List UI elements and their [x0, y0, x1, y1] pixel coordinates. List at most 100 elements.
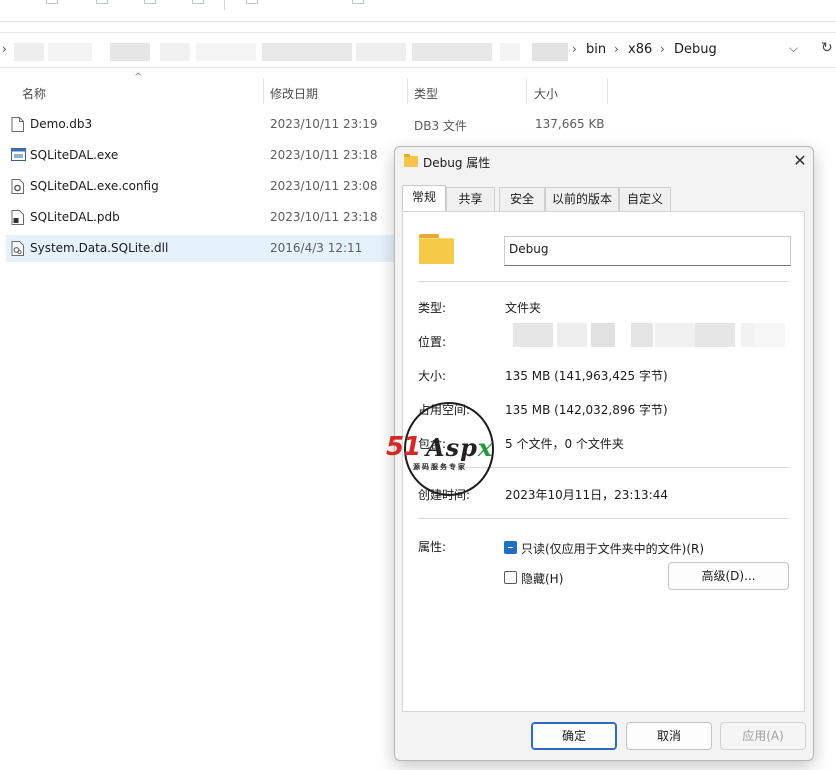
file-row[interactable]: SQLiteDAL.exe.config 2023/10/11 23:08 — [6, 173, 394, 200]
column-divider[interactable] — [526, 78, 527, 104]
breadcrumb-bin[interactable]: bin — [586, 42, 606, 57]
type-label: 类型: — [418, 301, 447, 315]
chevron-right-icon: › — [572, 42, 577, 56]
copy-icon[interactable] — [46, 0, 58, 4]
folder-name-field[interactable]: Debug — [504, 236, 791, 266]
redacted-path — [110, 43, 150, 61]
size-label: 大小: — [418, 369, 447, 383]
cancel-button[interactable]: 取消 — [626, 722, 712, 750]
redacted-location — [557, 323, 587, 347]
redacted-location — [655, 323, 695, 347]
readonly-checkbox[interactable] — [504, 541, 517, 554]
type-value: 文件夹 — [505, 301, 542, 315]
disk-size-value: 135 MB (142,032,896 字节) — [505, 403, 668, 417]
file-name: Demo.db3 — [30, 117, 93, 131]
column-divider[interactable] — [263, 78, 264, 104]
redacted-path — [48, 43, 92, 61]
attributes-label: 属性: — [418, 540, 447, 554]
file-row[interactable]: SQLiteDAL.pdb 2023/10/11 23:18 — [6, 204, 394, 231]
chevron-down-icon[interactable]: ⌵ — [789, 41, 798, 56]
divider — [418, 281, 789, 282]
column-header-size[interactable]: 大小 — [534, 85, 558, 102]
redacted-location — [741, 323, 755, 347]
tab-previous-versions[interactable]: 以前的版本 — [545, 187, 619, 211]
pdb-icon — [11, 210, 24, 225]
toolbar-divider — [224, 0, 225, 10]
folder-icon — [419, 232, 454, 264]
sort-icon[interactable] — [246, 0, 258, 4]
redacted-path — [160, 43, 190, 61]
redacted-location — [591, 323, 615, 347]
close-icon[interactable]: ✕ — [789, 150, 811, 172]
refresh-icon[interactable]: ↻ — [821, 40, 833, 56]
file-name: SQLiteDAL.exe — [30, 148, 119, 162]
exe-icon — [11, 148, 26, 163]
redacted-path — [532, 43, 568, 61]
config-icon — [11, 179, 24, 194]
tab-sharing[interactable]: 共享 — [446, 187, 495, 211]
divider — [418, 518, 789, 519]
file-name: SQLiteDAL.exe.config — [30, 179, 159, 193]
file-modified: 2016/4/3 12:11 — [270, 241, 363, 255]
column-header-modified[interactable]: 修改日期 — [270, 85, 318, 102]
column-header-name[interactable]: 名称 — [22, 85, 46, 102]
redacted-path — [262, 43, 352, 61]
column-divider[interactable] — [407, 78, 408, 104]
size-value: 135 MB (141,963,425 字节) — [505, 369, 668, 383]
breadcrumb-debug[interactable]: Debug — [674, 42, 717, 57]
hidden-checkbox[interactable] — [504, 571, 517, 584]
ok-button[interactable]: 确定 — [531, 722, 617, 750]
explorer-toolbar — [0, 0, 836, 22]
redacted-location — [631, 323, 653, 347]
apply-button[interactable]: 应用(A) — [720, 722, 806, 750]
file-name: System.Data.SQLite.dll — [30, 241, 169, 255]
share-icon[interactable] — [192, 0, 204, 4]
redacted-path — [412, 43, 492, 61]
redacted-path — [500, 43, 520, 61]
paste-icon[interactable] — [96, 0, 108, 4]
rename-icon[interactable] — [144, 0, 156, 4]
folder-icon — [404, 154, 418, 167]
tab-general[interactable]: 常规 — [402, 185, 446, 211]
hidden-label[interactable]: 隐藏(H) — [521, 570, 563, 587]
redacted-location — [695, 323, 735, 347]
chevron-right-icon[interactable]: › — [2, 42, 7, 56]
advanced-button[interactable]: 高级(D)... — [668, 562, 789, 590]
address-bar[interactable]: › › bin › x86 › Debug ⌵ ↻ — [0, 32, 836, 68]
dll-icon — [11, 241, 24, 256]
tab-security[interactable]: 安全 — [499, 187, 545, 211]
file-icon — [11, 117, 24, 132]
file-type: DB3 文件 — [414, 119, 467, 133]
tab-customize[interactable]: 自定义 — [619, 187, 671, 211]
file-modified: 2023/10/11 23:18 — [270, 148, 378, 162]
file-row[interactable]: System.Data.SQLite.dll 2016/4/3 12:11 — [6, 235, 394, 262]
file-modified: 2023/10/11 23:08 — [270, 179, 378, 193]
contains-value: 5 个文件，0 个文件夹 — [505, 437, 624, 451]
readonly-label[interactable]: 只读(仅应用于文件夹中的文件)(R) — [521, 540, 704, 557]
redacted-path — [14, 43, 44, 61]
column-divider[interactable] — [607, 78, 608, 104]
location-label: 位置: — [418, 335, 447, 349]
file-size: 137,665 KB — [535, 117, 605, 131]
redacted-location — [513, 323, 553, 347]
created-value: 2023年10月11日，23:13:44 — [505, 488, 668, 502]
watermark-brand: Aspx — [426, 433, 494, 462]
column-header-row: 名称 修改日期 类型 大小 — [0, 76, 836, 106]
watermark-logo: 51 Aspx 源码服务专家 — [386, 402, 512, 496]
file-row[interactable]: SQLiteDAL.exe 2023/10/11 23:18 — [6, 142, 394, 169]
redacted-location — [755, 323, 785, 347]
file-modified: 2023/10/11 23:19 — [270, 117, 378, 131]
file-modified: 2023/10/11 23:18 — [270, 210, 378, 224]
dialog-title: Debug 属性 — [423, 156, 491, 170]
redacted-path — [356, 43, 406, 61]
view-icon[interactable] — [352, 0, 364, 4]
breadcrumb-x86[interactable]: x86 — [628, 42, 652, 57]
file-row[interactable]: Demo.db3 2023/10/11 23:19 DB3 文件 137,665 KB — [6, 111, 605, 138]
chevron-right-icon: › — [660, 42, 665, 56]
file-name: SQLiteDAL.pdb — [30, 210, 120, 224]
redacted-path — [196, 43, 256, 61]
watermark-subtitle: 源码服务专家 — [413, 463, 467, 471]
watermark-number: 51 — [386, 432, 421, 462]
chevron-right-icon: › — [614, 42, 619, 56]
column-header-type[interactable]: 类型 — [414, 85, 438, 102]
